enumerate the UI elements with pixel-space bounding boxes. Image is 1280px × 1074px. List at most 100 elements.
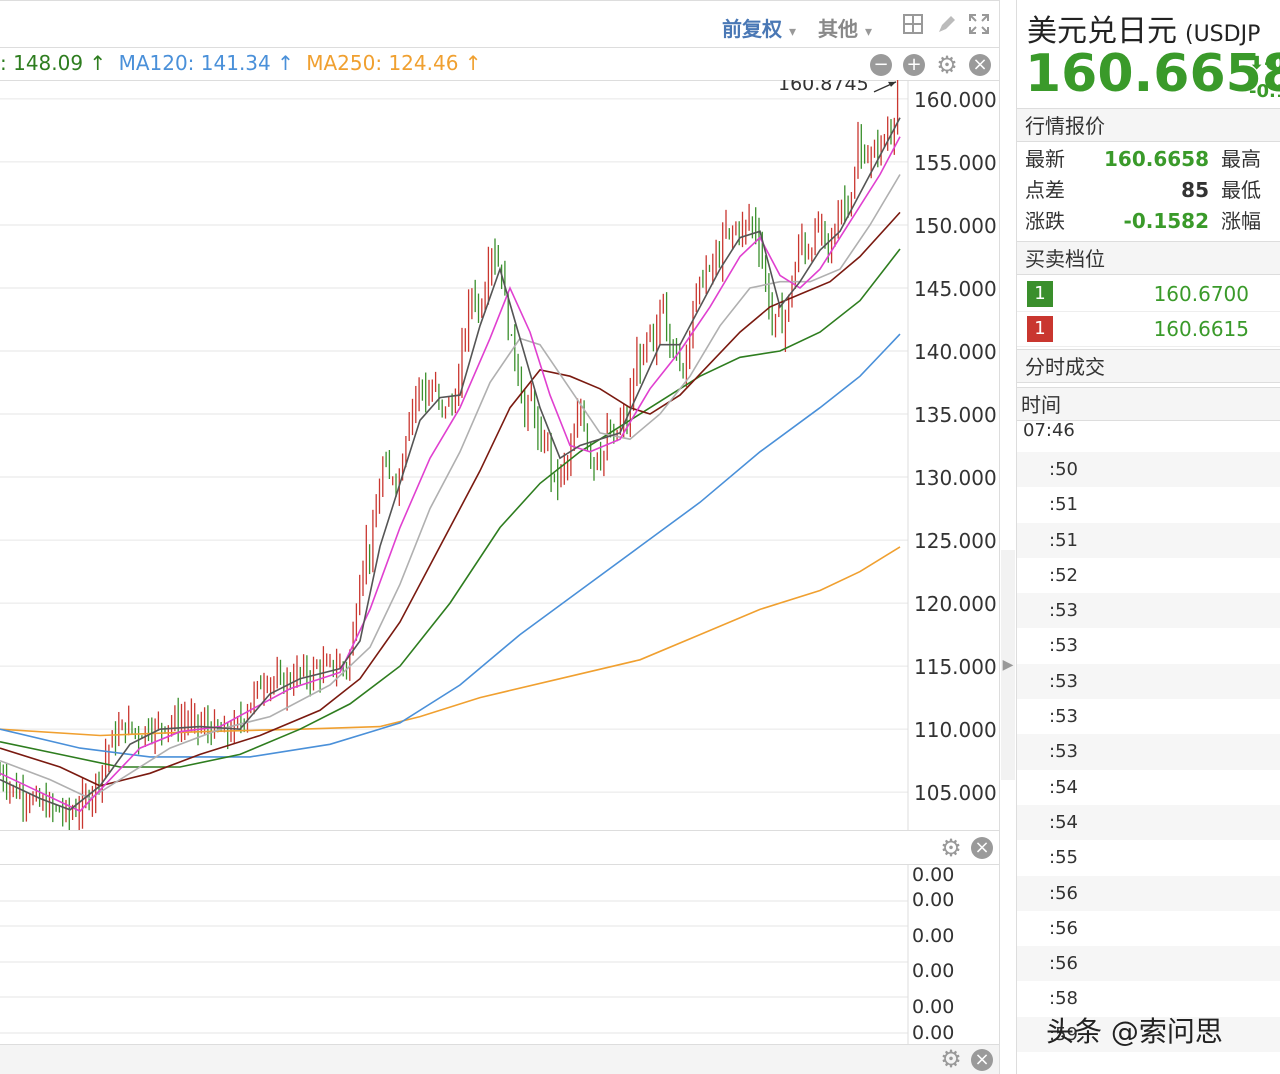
other-dropdown-label: 其他 xyxy=(818,17,858,41)
zoom-in-icon[interactable]: + xyxy=(903,54,925,76)
tick-row: :55 xyxy=(1049,847,1078,869)
indicator-tick-label: 0.00 xyxy=(912,1022,954,1044)
y-tick-label: 105.000 xyxy=(914,781,997,805)
quote-row-label: 最新 xyxy=(1025,147,1065,171)
y-tick-label: 125.000 xyxy=(914,529,997,553)
tick-row: :52 xyxy=(1049,564,1078,586)
watermark: 头条 @索问思 xyxy=(1046,1015,1223,1048)
main-chart[interactable]: 160.000 155.000 150.000 145.000 140.000 135.0… xyxy=(0,80,1000,830)
tick-row: :54 xyxy=(1049,776,1078,798)
quote-row-label2: 最低 xyxy=(1221,178,1261,202)
y-tick-label: 110.000 xyxy=(914,718,997,742)
chevron-down-icon: ▾ xyxy=(788,24,796,40)
ma-legend: : 148.09 ↑ MA120: 141.34 ↑ MA250: 124.46… xyxy=(0,47,1000,80)
change-arrow: ⬇-0 xyxy=(1249,53,1280,74)
bid-price: 160.6615 xyxy=(1153,317,1249,341)
quote-row: 最新 160.6658 最高 xyxy=(1025,144,1280,174)
ma-legend-item: MA120: 141.34 ↑ xyxy=(118,51,294,75)
time-header: 时间 xyxy=(1017,387,1280,421)
adjust-dropdown[interactable]: 前复权 ▾ xyxy=(722,13,796,42)
ask-badge: 1 xyxy=(1027,281,1053,307)
main-chart-bottom-border xyxy=(0,830,1000,831)
tick-row: :53 xyxy=(1049,706,1078,728)
tick-row: :56 xyxy=(1017,875,1280,911)
quote-panel: 美元兑日元(USDJP 160.6658 ⬇-0 -0.1 行情报价 最新 16… xyxy=(1016,0,1280,1074)
tick-list: 07:46 :50 :51 :51 :52 :53 :53 :53 :53 :53 :54 :54 :5… xyxy=(1017,420,1280,1053)
last-price: 160.6658 xyxy=(1025,44,1280,104)
settings-gear-icon[interactable]: ⚙ xyxy=(936,53,958,77)
quote-row: 点差 85 最低 xyxy=(1025,175,1280,205)
close-panel-icon[interactable]: × xyxy=(969,54,991,76)
ask-price: 160.6700 xyxy=(1153,282,1249,306)
collapse-handle[interactable]: ▶ xyxy=(1001,550,1015,780)
ma120-line xyxy=(0,333,901,758)
y-tick-label: 130.000 xyxy=(914,466,997,490)
bottom-strip xyxy=(0,1045,1000,1074)
chart-toolbar: 前复权 ▾ 其他 ▾ xyxy=(0,0,1000,48)
high-annotation: 160.8745 xyxy=(778,80,869,95)
price-change: ⬇-0 -0.1 xyxy=(1249,50,1280,106)
indicator-settings-gear-icon[interactable]: ⚙ xyxy=(940,836,962,860)
ma10-line xyxy=(0,136,901,813)
ask-row: 1 160.6700 xyxy=(1017,277,1280,312)
tick-row: :54 xyxy=(1017,804,1280,841)
section-ticks: 分时成交 xyxy=(1017,349,1280,383)
tick-row: :56 xyxy=(1049,917,1078,939)
y-tick-label: 150.000 xyxy=(914,214,997,238)
adjust-dropdown-label: 前复权 xyxy=(722,17,782,41)
bottom-settings-gear-icon[interactable]: ⚙ xyxy=(940,1047,962,1071)
chevron-down-icon: ▾ xyxy=(864,24,872,40)
indicator-chart[interactable]: 0.00 0.00 0.00 0.00 0.00 0.00 xyxy=(0,865,1000,1045)
quote-row-label: 点差 xyxy=(1025,178,1065,202)
indicator-tick-label: 0.00 xyxy=(912,960,954,982)
indicator-close-icon[interactable]: × xyxy=(971,837,993,859)
ma5-line xyxy=(0,117,901,811)
pencil-icon[interactable] xyxy=(936,13,960,37)
tick-row: :50 xyxy=(1017,452,1280,488)
y-tick-label: 145.000 xyxy=(914,277,997,301)
chart-area[interactable]: 前复权 ▾ 其他 ▾ : 148.09 ↑ MA120: 141.34 ↑ MA… xyxy=(0,0,1000,1074)
chevron-right-icon: ▶ xyxy=(1002,657,1014,673)
indicator-tick-label: 0.00 xyxy=(912,865,954,886)
quote-row-label: 涨跌 xyxy=(1025,209,1065,233)
indicator-tick-label: 0.00 xyxy=(912,925,954,947)
grid-icon[interactable] xyxy=(902,13,926,37)
y-tick-label: 115.000 xyxy=(914,655,997,679)
indicator-tick-label: 0.00 xyxy=(912,889,954,911)
change-value: -0.1 xyxy=(1249,81,1280,102)
y-tick-label: 160.000 xyxy=(914,88,997,112)
section-depth: 买卖档位 xyxy=(1017,241,1280,275)
y-tick-label: 140.000 xyxy=(914,340,997,364)
tick-row: :51 xyxy=(1049,494,1078,516)
ma30-line xyxy=(0,211,901,787)
bottom-close-icon[interactable]: × xyxy=(971,1049,993,1071)
y-tick-label: 120.000 xyxy=(914,592,997,616)
tick-row: :53 xyxy=(1017,663,1280,700)
fullscreen-icon[interactable] xyxy=(968,13,992,37)
bid-row: 1 160.6615 xyxy=(1017,312,1280,347)
other-dropdown[interactable]: 其他 ▾ xyxy=(818,13,872,42)
bid-badge: 1 xyxy=(1027,316,1053,342)
zoom-out-icon[interactable]: − xyxy=(870,54,892,76)
ma60-line xyxy=(0,248,901,768)
tick-row: 07:46 xyxy=(1023,420,1075,441)
quote-row-value: 160.6658 xyxy=(1103,147,1209,171)
y-tick-label: 155.000 xyxy=(914,151,997,175)
tick-row: :56 xyxy=(1017,946,1280,982)
tick-row: :53 xyxy=(1017,734,1280,770)
tick-row: :51 xyxy=(1017,522,1280,558)
quote-row-value: 85 xyxy=(1181,178,1209,202)
quote-row-label2: 涨幅 xyxy=(1221,209,1261,233)
tick-row: :53 xyxy=(1049,635,1078,657)
quote-row-value: -0.1582 xyxy=(1123,209,1209,233)
panel-divider xyxy=(999,0,1000,1074)
ma-legend-item: MA250: 124.46 ↑ xyxy=(306,51,482,75)
ma-legend-item: : 148.09 ↑ xyxy=(0,51,107,75)
y-tick-label: 135.000 xyxy=(914,403,997,427)
ma250-line xyxy=(0,546,901,737)
section-quote: 行情报价 xyxy=(1017,108,1280,142)
indicator-tick-label: 0.00 xyxy=(912,996,954,1018)
quote-row: 涨跌 -0.1582 涨幅 xyxy=(1025,206,1280,236)
quote-row-label2: 最高 xyxy=(1221,147,1261,171)
tick-row: :53 xyxy=(1017,593,1280,629)
